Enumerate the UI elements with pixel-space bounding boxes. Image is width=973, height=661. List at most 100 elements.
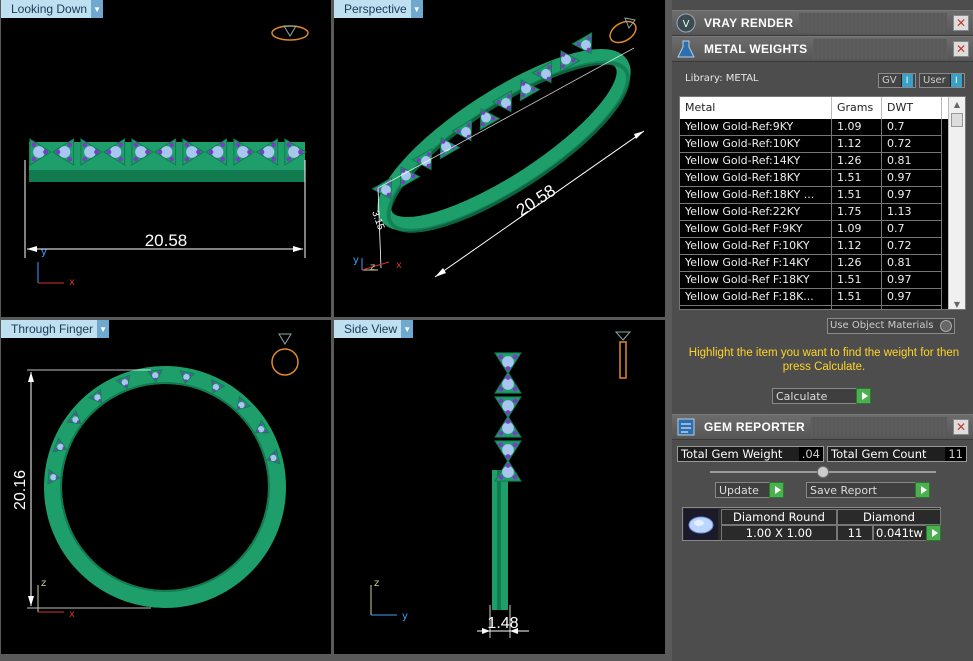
calculate-button[interactable]: Calculate bbox=[772, 388, 871, 404]
axis-gizmo: y x bbox=[37, 247, 75, 288]
grams-cell: 1.12 bbox=[832, 238, 882, 254]
gv-toggle[interactable]: GV I bbox=[878, 73, 916, 88]
dwt-cell: 0.97 bbox=[882, 289, 942, 305]
axis-gizmo: z y bbox=[370, 578, 408, 622]
ring-perspective-view: 20.58 3.15 y z x bbox=[353, 17, 645, 278]
dwt-cell: 0.81 bbox=[882, 255, 942, 271]
viewport-perspective[interactable]: 20.58 3.15 y z x Perspective ▼ bbox=[334, 0, 665, 317]
table-row[interactable]: Yellow Gold-Ref:22KY 1.75 1.13 bbox=[680, 204, 942, 221]
table-row[interactable]: Yellow Gold-Ref:10KY 1.12 0.72 bbox=[680, 136, 942, 153]
gem-reporter-header[interactable]: GEM REPORTER ✕ bbox=[672, 414, 973, 440]
total-gem-weight-value[interactable]: .04 bbox=[798, 447, 823, 461]
svg-text:x: x bbox=[396, 260, 402, 271]
column-header-grams[interactable]: Grams bbox=[832, 97, 882, 119]
chevron-down-icon[interactable]: ▼ bbox=[410, 0, 423, 18]
metal-flask-icon bbox=[674, 37, 698, 61]
column-header-metal[interactable]: Metal bbox=[680, 97, 832, 119]
radio-icon[interactable] bbox=[940, 320, 952, 332]
chevron-down-icon[interactable]: ▼ bbox=[97, 320, 110, 338]
chevron-down-icon[interactable]: ▼ bbox=[91, 0, 104, 18]
scroll-up-icon[interactable]: ▲ bbox=[949, 97, 965, 111]
viewport-tab-through-finger[interactable]: Through Finger ▼ bbox=[1, 320, 110, 338]
close-icon[interactable]: ✕ bbox=[953, 15, 969, 31]
gem-shape: Diamond Round bbox=[721, 509, 837, 525]
metal-weights-table[interactable]: Metal Grams DWT Yellow Gold-Ref:9KY 1.09 0… bbox=[679, 96, 966, 310]
ring-side-view: 1.48 z y bbox=[370, 331, 632, 638]
svg-text:z: z bbox=[374, 578, 379, 589]
dwt-cell: 0.97 bbox=[882, 170, 942, 186]
save-report-button[interactable]: Save Report bbox=[806, 482, 930, 498]
gem-detail-button[interactable] bbox=[926, 525, 941, 541]
user-toggle[interactable]: User I bbox=[919, 73, 965, 88]
svg-text:y: y bbox=[353, 255, 359, 266]
gem-list[interactable]: Diamond Round Diamond 1.00 X 1.00 11 0.0… bbox=[682, 507, 941, 541]
metal-cell: Yellow Gold-Ref:18KY bbox=[680, 170, 832, 186]
viewport-through-finger[interactable]: 20.16 z x Through Finger ▼ bbox=[1, 320, 331, 654]
grams-cell: 1.75 bbox=[832, 204, 882, 220]
column-header-dwt[interactable]: DWT bbox=[882, 97, 942, 119]
svg-text:y: y bbox=[402, 611, 408, 622]
metal-cell: Yellow Gold-Ref:10KY bbox=[680, 136, 832, 152]
viewport-tab-looking-down[interactable]: Looking Down ▼ bbox=[1, 0, 104, 18]
dimension-thickness: 1.48 bbox=[487, 615, 518, 632]
dimension-diameter: 20.16 bbox=[12, 470, 29, 510]
grams-cell: 1.12 bbox=[832, 136, 882, 152]
table-row[interactable]: Yellow Gold-Ref F:18K... 1.51 0.97 bbox=[680, 289, 942, 306]
metal-cell: Yellow Gold-Ref:9KY bbox=[680, 119, 832, 135]
gem-slider[interactable] bbox=[710, 466, 936, 478]
grams-cell: 1.51 bbox=[832, 289, 882, 305]
metal-cell: Yellow Gold-Ref:22KY bbox=[680, 204, 832, 220]
library-label: Library: METAL bbox=[685, 73, 759, 84]
vray-render-header[interactable]: V VRAY RENDER ✕ bbox=[672, 10, 973, 36]
viewport-looking-down[interactable]: 20.58 y x Looking Down ▼ bbox=[1, 0, 331, 317]
svg-text:z: z bbox=[41, 578, 46, 589]
grams-cell: 1.51 bbox=[832, 272, 882, 288]
ring-orientation-icon bbox=[271, 25, 309, 41]
table-row[interactable]: Yellow Gold-Ref:14KY 1.26 0.81 bbox=[680, 153, 942, 170]
total-gem-count-value[interactable]: 11 bbox=[945, 447, 966, 461]
gem-setting bbox=[494, 415, 522, 438]
dwt-cell: 1.13 bbox=[882, 204, 942, 220]
slider-knob[interactable] bbox=[817, 466, 829, 478]
dimension-length: 20.58 bbox=[145, 231, 188, 250]
table-body: Yellow Gold-Ref:9KY 1.09 0.7 Yellow Gold-Re… bbox=[680, 119, 942, 309]
metal-cell: Yellow Gold-Ref F:9KY bbox=[680, 221, 832, 237]
table-header: Metal Grams DWT bbox=[680, 97, 949, 119]
table-scrollbar[interactable]: ▲ ▼ bbox=[948, 97, 965, 309]
scroll-down-icon[interactable]: ▼ bbox=[949, 297, 965, 309]
svg-text:x: x bbox=[69, 277, 75, 288]
table-row[interactable]: Yellow Gold-Ref:18KY 1.51 0.97 bbox=[680, 170, 942, 187]
gem-setting bbox=[494, 352, 522, 375]
metal-weights-header[interactable]: METAL WEIGHTS ✕ bbox=[672, 36, 973, 62]
viewport-side-view[interactable]: 1.48 z y Side View ▼ bbox=[334, 320, 665, 654]
scroll-thumb[interactable] bbox=[951, 113, 963, 127]
dwt-cell: 0.97 bbox=[882, 187, 942, 203]
table-row[interactable]: Yellow Gold-Ref:18KY ... 1.51 0.97 bbox=[680, 187, 942, 204]
play-arrow-icon bbox=[926, 525, 941, 541]
viewport-tab-perspective[interactable]: Perspective ▼ bbox=[334, 0, 423, 18]
chevron-down-icon[interactable]: ▼ bbox=[401, 320, 414, 338]
calculate-hint: Highlight the item you want to find the … bbox=[688, 347, 960, 373]
table-row[interactable]: Yellow Gold-Ref F:9KY 1.09 0.7 bbox=[680, 221, 942, 238]
toggle-indicator: I bbox=[949, 74, 962, 87]
gem-row-side bbox=[494, 352, 522, 482]
close-icon[interactable]: ✕ bbox=[953, 41, 969, 57]
grams-cell: 1.09 bbox=[832, 221, 882, 237]
ring-orientation-icon bbox=[614, 331, 632, 379]
table-row[interactable]: Yellow Gold-Ref F:10KY 1.12 0.72 bbox=[680, 238, 942, 255]
table-row[interactable]: Yellow Gold-Ref F:22KY1.751.13 bbox=[680, 306, 942, 309]
close-icon[interactable]: ✕ bbox=[953, 419, 969, 435]
metal-cell: Yellow Gold-Ref F:22KY bbox=[680, 306, 832, 309]
dwt-cell: 0.7 bbox=[882, 119, 942, 135]
viewport-tab-side-view[interactable]: Side View ▼ bbox=[334, 320, 414, 338]
dwt-cell: 0.7 bbox=[882, 221, 942, 237]
update-button[interactable]: Update bbox=[715, 482, 784, 498]
grams-cell: 1.51 bbox=[832, 187, 882, 203]
axis-gizmo: z x bbox=[37, 578, 75, 620]
table-row[interactable]: Yellow Gold-Ref F:14KY 1.26 0.81 bbox=[680, 255, 942, 272]
use-object-materials-option[interactable]: Use Object Materials bbox=[827, 318, 955, 334]
grams-cell: 1.75 bbox=[832, 306, 882, 309]
table-row[interactable]: Yellow Gold-Ref:9KY 1.09 0.7 bbox=[680, 119, 942, 136]
table-row[interactable]: Yellow Gold-Ref F:18KY 1.51 0.97 bbox=[680, 272, 942, 289]
total-gem-count-field: Total Gem Count 11 bbox=[827, 446, 967, 462]
